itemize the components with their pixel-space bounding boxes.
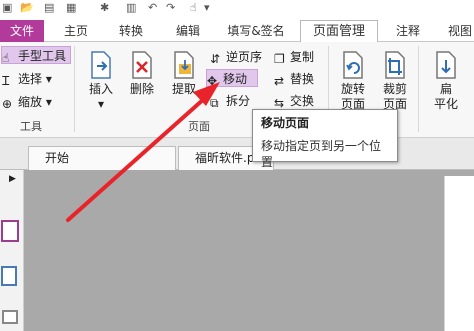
crop-icon xyxy=(385,51,405,79)
quick-access-toolbar: ▣ 📂 ▤ ▦ ✱ ▥ ↶ ↷ ☝ ▾ xyxy=(0,0,474,20)
open-folder-icon[interactable]: ▥ xyxy=(126,1,136,14)
select-button[interactable]: Ꮖ 选择 ▾ xyxy=(2,70,62,88)
reverse-pages-icon: ⇵ xyxy=(210,52,221,66)
copy-icon: ❐ xyxy=(274,52,285,66)
split-button[interactable]: ⧉ 拆分 xyxy=(210,92,256,110)
copy-button[interactable]: ❐ 复制 xyxy=(274,48,324,66)
tab-edit[interactable]: 编辑 xyxy=(164,20,212,42)
tools-group-label: 工具 xyxy=(20,120,42,133)
save-icon[interactable]: ▤ xyxy=(44,1,54,14)
group-divider xyxy=(74,46,75,132)
split-page-icon: ⧉ xyxy=(210,96,219,110)
zoom-button[interactable]: ⊕ 缩放 ▾ xyxy=(2,93,62,111)
tab-start[interactable]: 开始 xyxy=(28,146,176,170)
open-icon[interactable]: 📂 xyxy=(20,1,34,14)
bookmark-icon[interactable] xyxy=(1,220,19,242)
magnifier-icon: ⊕ xyxy=(2,97,13,111)
rotate-icon xyxy=(343,51,363,79)
rotate-page-button[interactable]: 旋转 页面 xyxy=(336,50,370,112)
tab-file[interactable]: 文件 xyxy=(0,20,44,42)
expand-panel-icon[interactable]: ▶ xyxy=(9,174,16,184)
print-icon[interactable]: ▦ xyxy=(66,1,76,14)
replace-icon: ⇄ xyxy=(274,74,285,88)
tab-page-management[interactable]: 页面管理 xyxy=(300,20,378,43)
document-view[interactable] xyxy=(24,170,474,331)
hand-tool-button[interactable]: ☝ 手型工具 xyxy=(1,46,71,65)
replace-button[interactable]: ⇄ 替换 xyxy=(274,70,324,88)
document-page[interactable] xyxy=(444,176,474,331)
group-divider xyxy=(418,46,419,132)
chevron-down-icon: ▾ xyxy=(97,97,105,111)
move-page-tooltip: 移动页面 移动指定页到另一个位置 xyxy=(252,109,398,169)
pages-group-label: 页面 xyxy=(188,120,210,133)
delete-page-icon xyxy=(132,51,152,79)
tooltip-description: 移动指定页到另一个位置 xyxy=(261,139,382,169)
hand-icon[interactable]: ☝ xyxy=(190,1,197,14)
extract-button[interactable]: 提取 xyxy=(166,50,202,97)
tab-home[interactable]: 主页 xyxy=(54,20,98,42)
redo-icon[interactable]: ↷ xyxy=(166,1,175,14)
extract-page-icon xyxy=(174,51,194,79)
insert-button[interactable]: 插入 ▾ xyxy=(82,50,120,112)
navigation-panel: ▶ xyxy=(0,170,24,331)
tab-view[interactable]: 视图 xyxy=(440,20,474,42)
text-cursor-icon: Ꮖ xyxy=(2,74,10,88)
new-icon[interactable]: ✱ xyxy=(100,1,109,14)
hand-icon: ☝ xyxy=(2,51,10,65)
document-tab-bar: 开始 福昕软件.pdf xyxy=(0,138,474,170)
layers-icon[interactable] xyxy=(2,310,18,324)
move-button[interactable]: ✥ 移动 xyxy=(206,69,258,88)
insert-page-icon xyxy=(91,51,111,79)
undo-icon[interactable]: ↶ xyxy=(148,1,157,14)
chevron-down-icon[interactable]: ▾ xyxy=(204,1,210,14)
flatten-icon xyxy=(436,51,456,79)
tab-comment[interactable]: 注释 xyxy=(386,20,430,42)
crop-page-button[interactable]: 裁剪 页面 xyxy=(378,50,412,112)
swap-button[interactable]: ⇆ 交换 xyxy=(274,92,324,110)
delete-button[interactable]: 删除 xyxy=(124,50,160,97)
ribbon: ☝手型工具 Ꮖ选择 ▾ ⊕缩放 ▾ 工具 插入 ▾ 删除 提取 ⇵逆页序 xyxy=(0,42,474,138)
menu-tab-bar: 文件 主页 转换 编辑 填写&签名 页面管理 注释 视图 xyxy=(0,20,474,43)
flatten-button[interactable]: 扁 平化 xyxy=(426,50,466,112)
swap-icon: ⇆ xyxy=(274,96,285,110)
reverse-order-button[interactable]: ⇵ 逆页序 xyxy=(210,48,268,66)
tooltip-title: 移动页面 xyxy=(261,116,310,130)
tab-convert[interactable]: 转换 xyxy=(106,20,156,42)
pages-thumbnail-icon[interactable] xyxy=(1,266,17,286)
tab-fill-sign[interactable]: 填写&签名 xyxy=(218,20,294,42)
move-page-icon: ✥ xyxy=(207,74,218,88)
app-icon[interactable]: ▣ xyxy=(2,1,12,14)
